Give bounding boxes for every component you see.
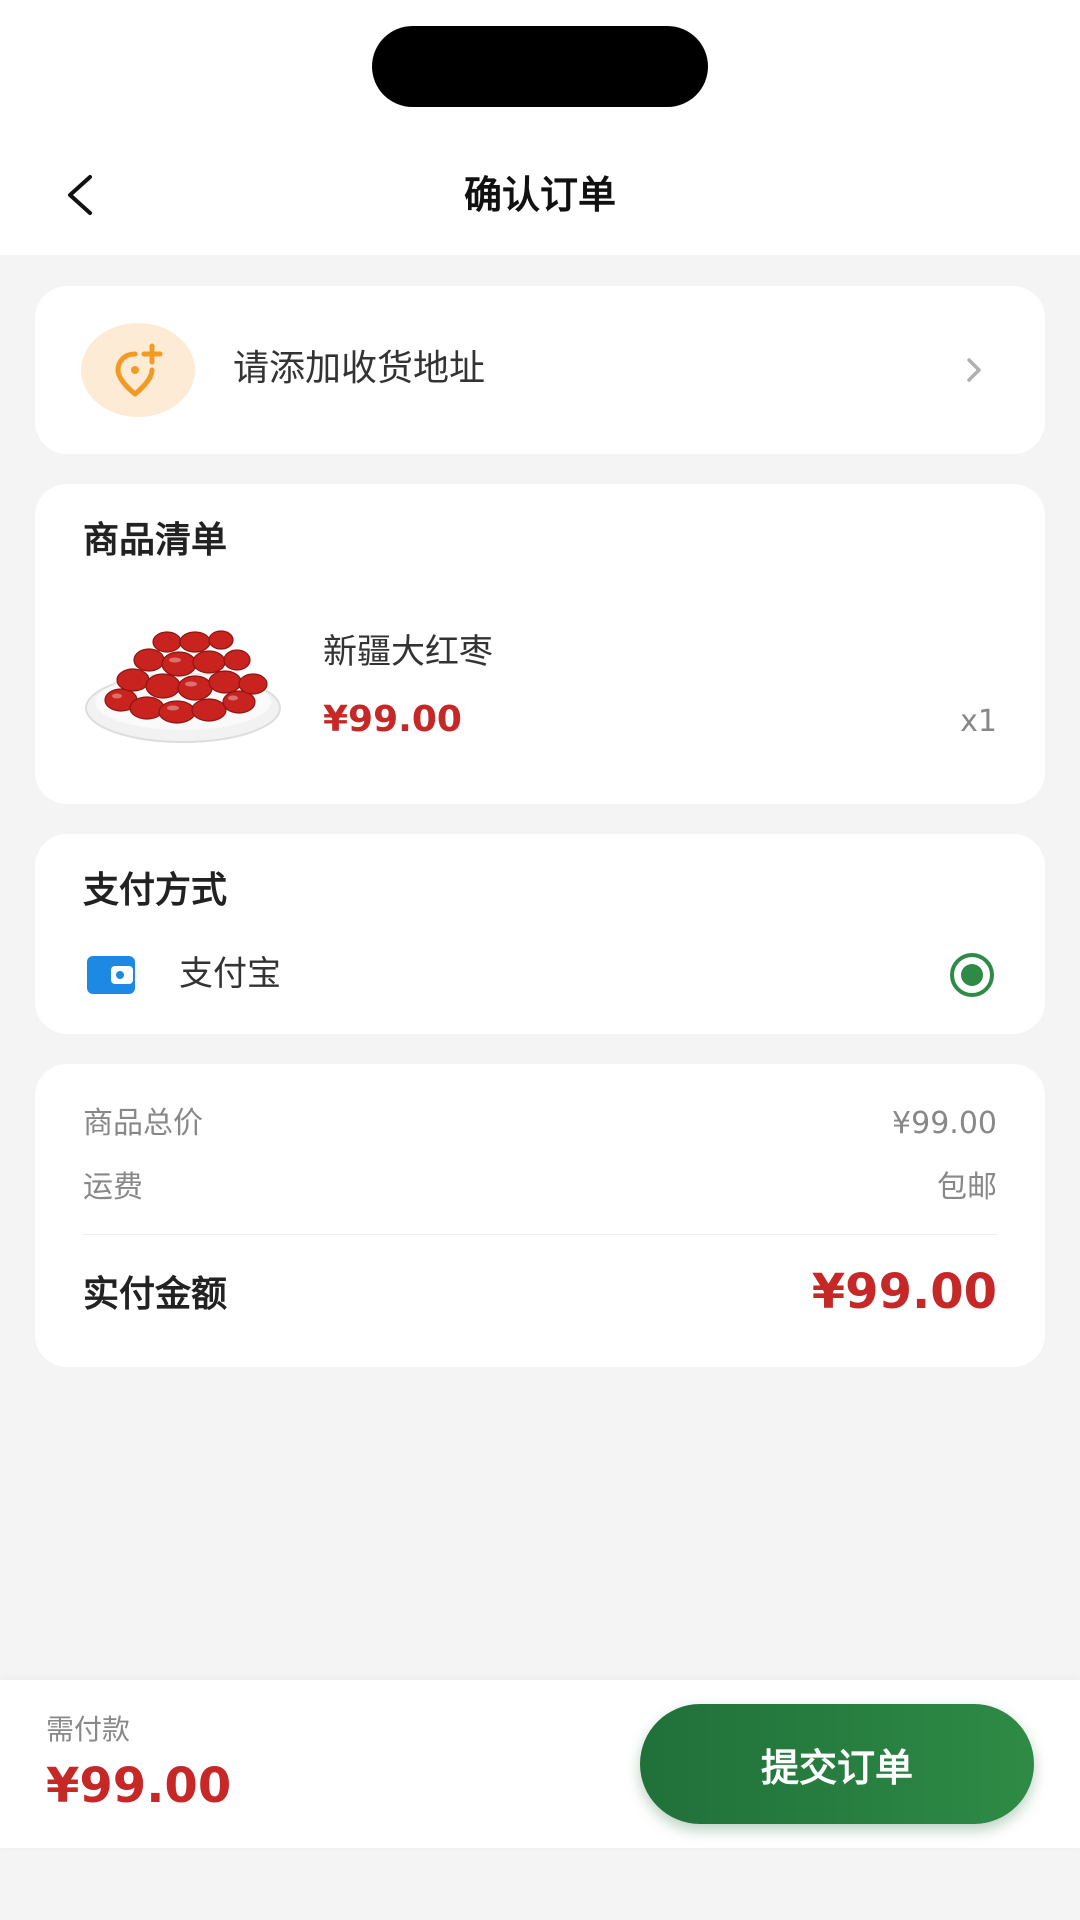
goods-section-title: 商品清单	[83, 520, 228, 561]
page-title: 确认订单	[463, 173, 616, 217]
total-label: 实付金额	[83, 1274, 228, 1315]
shipping-label: 运费	[83, 1170, 143, 1205]
subtotal-label: 商品总价	[83, 1106, 203, 1141]
address-prompt: 请添加收货地址	[233, 348, 486, 389]
subtotal-value: ¥99.00	[892, 1106, 997, 1141]
address-icon-badge	[81, 323, 195, 417]
goods-name: 新疆大红枣	[323, 632, 493, 672]
submit-order-button[interactable]: 提交订单	[640, 1704, 1034, 1824]
goods-list-card: 商品清单 新疆大红枣 ¥99.00 x1	[35, 484, 1045, 804]
goods-quantity: x1	[960, 704, 997, 739]
goods-price: ¥99.00	[323, 699, 462, 740]
top-bar: 确认订单	[0, 0, 1080, 255]
radio-selected-icon[interactable]	[949, 952, 995, 998]
add-address-card[interactable]: 请添加收货地址	[35, 286, 1045, 454]
add-location-icon	[115, 343, 163, 397]
chevron-right-icon	[967, 358, 981, 382]
need-pay-label: 需付款	[46, 1713, 131, 1746]
payment-section-title: 支付方式	[83, 870, 228, 911]
checkout-bar: 需付款 ¥99.00 提交订单	[0, 1680, 1080, 1848]
price-summary-card: 商品总价 ¥99.00 运费 包邮 实付金额 ¥99.00	[35, 1064, 1045, 1367]
total-value: ¥99.00	[811, 1264, 997, 1320]
red-dates-image	[85, 630, 281, 743]
wallet-icon	[87, 956, 135, 994]
camera-notch	[372, 26, 708, 107]
shipping-value: 包邮	[937, 1170, 997, 1205]
payment-method-label: 支付宝	[179, 954, 281, 994]
summary-divider	[83, 1234, 997, 1235]
need-pay-value: ¥99.00	[46, 1758, 232, 1814]
payment-option-alipay[interactable]: 支付宝	[35, 944, 1045, 1008]
payment-method-card: 支付方式 支付宝	[35, 834, 1045, 1034]
